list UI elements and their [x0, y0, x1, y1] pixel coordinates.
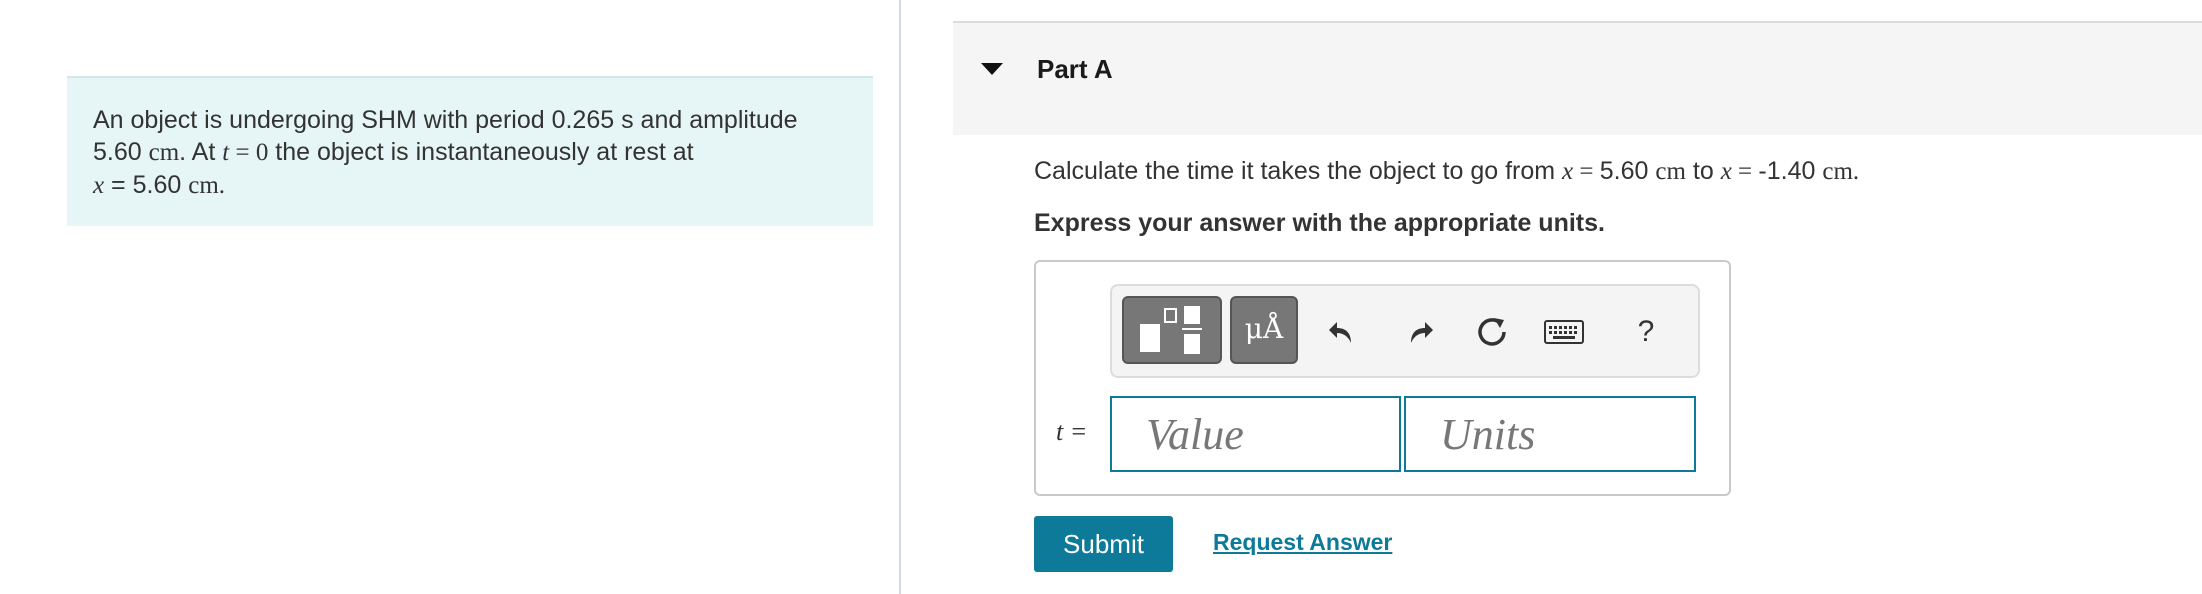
question-text: Calculate the time it takes the object t… — [1034, 157, 1859, 186]
units-glyph: μÅ — [1244, 312, 1284, 345]
answer-label: t = — [1056, 416, 1087, 447]
question-x-from: x — [1562, 158, 1574, 185]
help-icon[interactable]: ? — [1624, 310, 1668, 354]
amplitude-unit: cm — [148, 139, 180, 166]
part-title: Part A — [1037, 54, 1113, 84]
panel-divider — [899, 0, 901, 594]
caret-down-icon[interactable] — [981, 63, 1003, 75]
problem-text-2: . At — [179, 138, 223, 166]
units-input[interactable] — [1404, 396, 1696, 472]
problem-statement: An object is undergoing SHM with period … — [67, 76, 873, 226]
to-value: -1.40 — [1758, 157, 1816, 185]
reset-icon[interactable] — [1470, 310, 1514, 354]
from-value: 5.60 — [1599, 157, 1649, 185]
position-unit: cm — [188, 172, 219, 199]
value-input[interactable] — [1110, 396, 1401, 472]
to-unit: cm — [1822, 158, 1853, 185]
part-a-header[interactable]: Part A — [953, 21, 2202, 135]
answer-instruction: Express your answer with the appropriate… — [1034, 209, 1605, 237]
problem-text-1: An object is undergoing SHM with period … — [93, 106, 798, 134]
question-part-2: to — [1685, 157, 1721, 185]
time-zero: 0 — [255, 139, 269, 166]
question-part-1: Calculate the time it takes the object t… — [1034, 157, 1563, 185]
submit-button[interactable]: Submit — [1034, 516, 1173, 572]
question-eq-1: = — [1573, 158, 1600, 185]
from-unit: cm — [1655, 158, 1686, 185]
units-icon[interactable]: μÅ — [1230, 296, 1298, 364]
question-x-to: x — [1720, 158, 1732, 185]
answer-box: μÅ ? t = Value Units — [1034, 260, 1731, 496]
question-end: . — [1852, 158, 1860, 185]
position-equals: = 5.60 — [104, 171, 189, 199]
problem-end: . — [218, 172, 226, 199]
amplitude-value: 5.60 — [93, 138, 142, 166]
position-variable: x — [93, 172, 105, 199]
redo-icon[interactable] — [1398, 310, 1442, 354]
request-answer-link[interactable]: Request Answer — [1213, 529, 1392, 556]
answer-label-text: t = — [1056, 417, 1088, 446]
keyboard-icon[interactable] — [1542, 310, 1586, 354]
question-eq-2: = — [1731, 158, 1759, 185]
math-toolbar: μÅ ? — [1110, 284, 1700, 378]
undo-icon[interactable] — [1320, 310, 1364, 354]
equals-sign: = — [229, 139, 256, 166]
templates-icon[interactable] — [1122, 296, 1222, 364]
problem-text-3: the object is instantaneously at rest at — [268, 138, 694, 166]
